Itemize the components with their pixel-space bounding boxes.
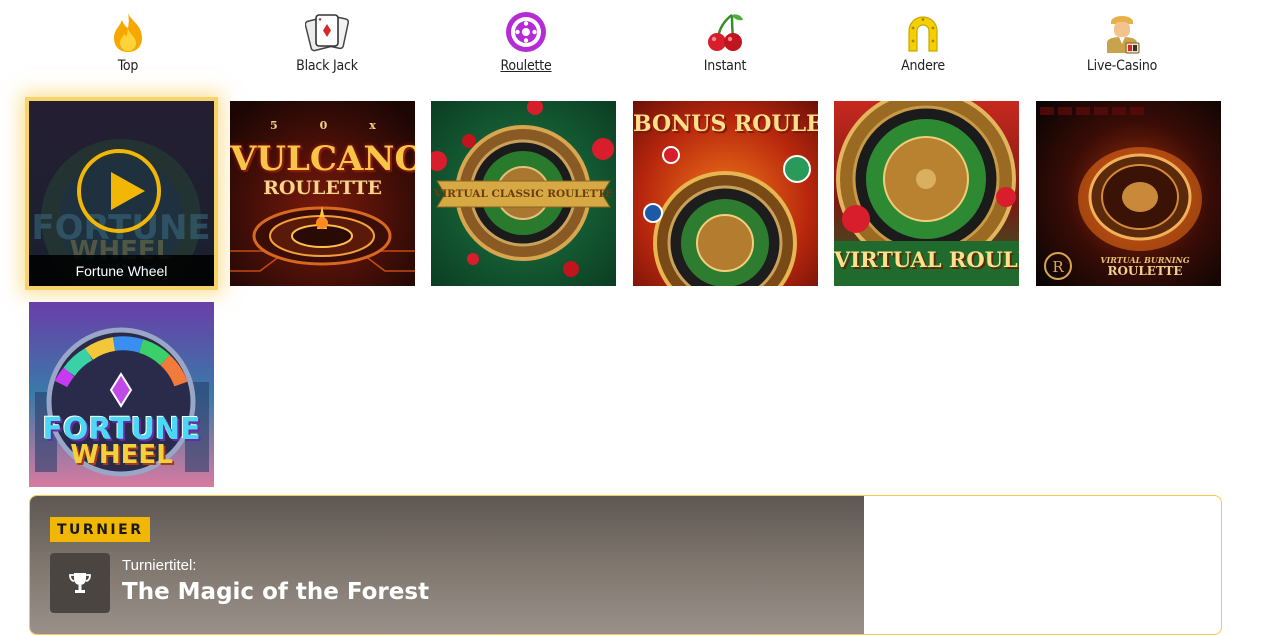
category-live-casino[interactable]: Live-Casino — [1052, 10, 1192, 80]
category-nav: Top Black Jack Roulette Instant Andere L… — [0, 0, 1280, 90]
category-instant[interactable]: Instant — [655, 10, 795, 80]
category-roulette[interactable]: Roulette — [456, 10, 596, 80]
art-subtitle: ROULETTE — [1107, 264, 1183, 278]
dealer-icon — [1100, 10, 1144, 54]
svg-text:R: R — [1052, 258, 1064, 276]
art-title: BONUS ROULETTE — [633, 111, 818, 137]
game-tile-vulcano-roulette[interactable]: 50x500x VULCANO ROULETTE — [230, 101, 415, 286]
category-label: Instant — [703, 58, 747, 74]
art-subtitle: ROULETTE — [263, 177, 382, 199]
category-black-jack[interactable]: Black Jack — [257, 10, 397, 80]
game-tile-virtual-roulette[interactable]: VIRTUAL ROULETTE — [834, 101, 1019, 286]
roulette-wheel-icon — [504, 10, 548, 54]
game-tile-fortune-wheel-hovered[interactable]: FORTUNE WHEEL Fortune Wheel — [29, 101, 214, 286]
game-tile-virtual-classic-roulette[interactable]: VIRTUAL CLASSIC ROULETTE — [431, 101, 616, 286]
game-tile-virtual-burning-roulette[interactable]: R VIRTUAL BURNING ROULETTE — [1036, 101, 1221, 286]
tournament-badge: TURNIER — [50, 517, 151, 542]
category-label: Live-Casino — [1086, 58, 1158, 74]
art-tags: 50x500x — [230, 119, 415, 132]
tournament-title-label: Turniertitel: — [122, 557, 197, 574]
category-label: Black Jack — [296, 58, 358, 74]
cherries-icon — [703, 10, 747, 54]
game-hover-label: Fortune Wheel — [29, 255, 214, 286]
trophy-icon — [50, 553, 110, 613]
tournament-banner[interactable]: TURNIER Turniertitel: The Magic of the F… — [29, 495, 1222, 635]
art-title: VIRTUAL CLASSIC ROULETTE — [434, 188, 613, 200]
game-tile-fortune-wheel[interactable]: FORTUNE WHEEL — [29, 302, 214, 487]
art-tag: 50x — [270, 119, 415, 132]
tournament-title: The Magic of the Forest — [122, 579, 430, 605]
category-label: Roulette — [500, 58, 552, 74]
art-subtitle: WHEEL — [70, 440, 173, 470]
game-tile-bonus-roulette[interactable]: BONUS ROULETTE — [633, 101, 818, 286]
art-title: VIRTUAL ROULETTE — [834, 247, 1019, 272]
horseshoe-icon — [901, 10, 945, 54]
play-button[interactable] — [77, 149, 161, 233]
category-label: Top — [117, 58, 139, 74]
category-label: Andere — [901, 58, 945, 74]
category-top[interactable]: Top — [58, 10, 198, 80]
flame-icon — [106, 10, 150, 54]
playing-cards-icon — [305, 10, 349, 54]
category-andere[interactable]: Andere — [853, 10, 993, 80]
art-title: VULCANO — [230, 139, 415, 179]
